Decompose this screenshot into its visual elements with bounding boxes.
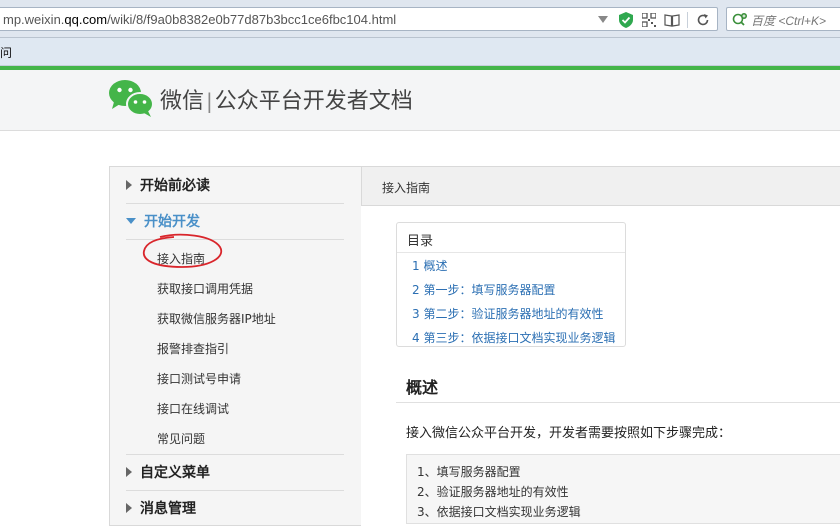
- step-item: 3、依据接口文档实现业务逻辑: [417, 505, 581, 519]
- reader-mode-icon[interactable]: [664, 12, 680, 28]
- triangle-right-icon: [126, 467, 132, 477]
- bookmarks-bar: 问: [0, 38, 840, 66]
- table-of-contents: 目录 1 概述 2 第一步：填写服务器配置 3 第二步：验证服务器地址的有效性 …: [396, 222, 626, 347]
- step-item: 2、验证服务器地址的有效性: [417, 485, 569, 499]
- toc-item-step1[interactable]: 2 第一步：填写服务器配置: [412, 281, 555, 298]
- sidebar-item-alarm-guide[interactable]: 报警排查指引: [157, 340, 229, 357]
- search-engine-icon: [732, 12, 748, 31]
- section-title: 概述: [406, 378, 439, 397]
- sidebar-group-label: 开始前必读: [140, 178, 210, 194]
- site-title: 微信 |公众平台开发者文档: [160, 83, 413, 115]
- sidebar: 开始前必读 开始开发 接入指南 获取接口调用凭据 获取微信服务器IP地址 报警排…: [109, 166, 361, 526]
- toc-item-overview[interactable]: 1 概述: [412, 257, 447, 274]
- sidebar-item-test-account[interactable]: 接口测试号申请: [157, 370, 241, 387]
- toc-item-step2[interactable]: 3 第二步：验证服务器地址的有效性: [412, 305, 603, 322]
- shield-check-icon[interactable]: [618, 12, 634, 28]
- sidebar-item-server-ip[interactable]: 获取微信服务器IP地址: [157, 310, 276, 327]
- sidebar-group-custom-menu[interactable]: 自定义菜单: [126, 454, 344, 490]
- toolbar-separator: [687, 12, 688, 28]
- sidebar-group-label: 消息管理: [140, 501, 196, 517]
- toc-item-step3[interactable]: 4 第三步：依据接口文档实现业务逻辑: [412, 329, 615, 346]
- sidebar-group-label: 自定义菜单: [140, 465, 210, 481]
- browser-toolbar: mp.weixin.qq.com/wiki/8/f9a0b8382e0b77d8…: [0, 0, 840, 38]
- dropdown-arrow-icon[interactable]: [595, 12, 611, 28]
- refresh-icon[interactable]: [695, 12, 711, 28]
- section-divider: [396, 402, 840, 403]
- sidebar-item-online-debug[interactable]: 接口在线调试: [157, 400, 229, 417]
- red-annotation-circle: [143, 233, 223, 268]
- url-text: mp.weixin.qq.com/wiki/8/f9a0b8382e0b77d8…: [3, 12, 397, 27]
- sidebar-item-access-token[interactable]: 获取接口调用凭据: [157, 280, 253, 297]
- qr-code-icon[interactable]: [641, 12, 657, 28]
- search-placeholder: 百度 <Ctrl+K>: [751, 14, 827, 28]
- sidebar-group-message-mgmt[interactable]: 消息管理: [126, 490, 344, 526]
- wechat-logo-icon[interactable]: [108, 78, 154, 118]
- content-breadcrumb: 接入指南: [382, 181, 431, 195]
- address-bar[interactable]: mp.weixin.qq.com/wiki/8/f9a0b8382e0b77d8…: [0, 7, 718, 31]
- brand-name: 微信: [160, 89, 205, 114]
- sidebar-group-before-start[interactable]: 开始前必读: [126, 167, 344, 203]
- triangle-right-icon: [126, 503, 132, 513]
- search-box[interactable]: 百度 <Ctrl+K>: [726, 7, 840, 31]
- triangle-down-icon: [126, 218, 136, 224]
- sidebar-group-label: 开始开发: [144, 214, 200, 230]
- bookmark-item[interactable]: 问: [0, 44, 12, 61]
- site-subtitle: 公众平台开发者文档: [214, 89, 413, 114]
- intro-paragraph: 接入微信公众平台开发，开发者需要按照如下步骤完成：: [406, 426, 732, 441]
- sidebar-item-faq[interactable]: 常见问题: [157, 430, 205, 447]
- title-divider: |: [206, 89, 213, 113]
- site-header: 微信 |公众平台开发者文档: [0, 70, 840, 131]
- triangle-right-icon: [126, 180, 132, 190]
- content-header: 接入指南: [361, 166, 840, 206]
- toc-title: 目录: [397, 223, 625, 253]
- step-item: 1、填写服务器配置: [417, 465, 521, 479]
